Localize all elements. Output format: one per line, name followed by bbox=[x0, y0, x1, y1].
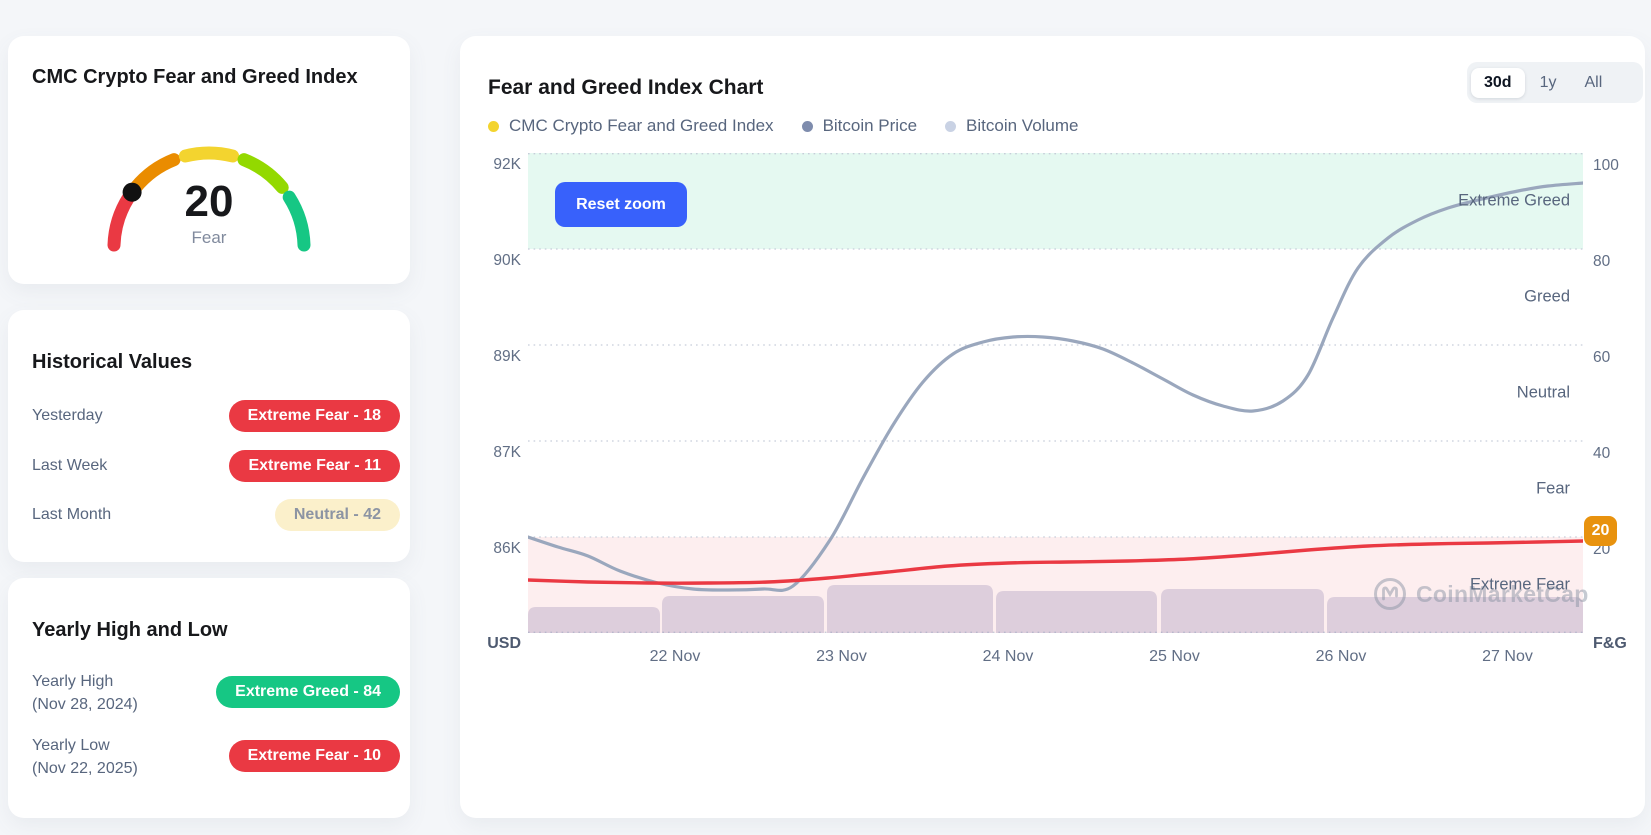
reset-zoom-button[interactable]: Reset zoom bbox=[555, 182, 687, 227]
legend-item-label: Bitcoin Price bbox=[823, 116, 917, 136]
zone-label-greed: Greed bbox=[1270, 288, 1570, 307]
x-axis-date: 22 Nov bbox=[650, 648, 701, 666]
left-axis-tick: 92K bbox=[464, 156, 521, 174]
x-axis-date: 24 Nov bbox=[983, 648, 1034, 666]
legend-item[interactable]: Bitcoin Price bbox=[802, 116, 917, 136]
zone-label-fear: Fear bbox=[1270, 480, 1570, 499]
right-axis-tick: 40 bbox=[1593, 445, 1610, 463]
legend-item-label: Bitcoin Volume bbox=[966, 116, 1078, 136]
yearly-high-low-title: Yearly High and Low bbox=[32, 616, 228, 644]
left-axis-unit: USD bbox=[464, 635, 521, 653]
historical-row-badge: Extreme Fear - 18 bbox=[229, 400, 400, 432]
yearly-row-label: Yearly Low bbox=[32, 734, 110, 757]
right-axis-unit: F&G bbox=[1593, 635, 1627, 653]
gauge-segment-neutral bbox=[185, 153, 232, 156]
volume-bar bbox=[662, 596, 824, 633]
yearly-row: Yearly Low(Nov 22, 2025) Extreme Fear - 1… bbox=[8, 734, 410, 782]
yearly-row-date: (Nov 22, 2025) bbox=[32, 757, 138, 780]
historical-row-label: Last Month bbox=[32, 506, 111, 524]
x-axis-date: 25 Nov bbox=[1149, 648, 1200, 666]
range-button-30d[interactable]: 30d bbox=[1471, 68, 1525, 98]
range-button-1y[interactable]: 1y bbox=[1527, 68, 1570, 98]
historical-row: Last Month Neutral - 42 bbox=[8, 499, 410, 534]
left-axis-tick: 90K bbox=[464, 252, 521, 270]
left-axis-tick: 89K bbox=[464, 348, 521, 366]
x-axis-date: 23 Nov bbox=[816, 648, 867, 666]
fear-greed-index-card: CMC Crypto Fear and Greed Index 20 Fear bbox=[8, 36, 410, 284]
historical-values-title: Historical Values bbox=[32, 348, 192, 376]
index-card-title: CMC Crypto Fear and Greed Index bbox=[32, 63, 372, 91]
yearly-high-low-card: Yearly High and Low Yearly High(Nov 28, … bbox=[8, 578, 410, 818]
time-range-selector: 30d1yAll bbox=[1467, 62, 1643, 103]
legend-dot-icon bbox=[802, 121, 813, 132]
gauge-value: 20 bbox=[8, 180, 410, 224]
left-axis-tick: 87K bbox=[464, 444, 521, 462]
historical-row-badge: Neutral - 42 bbox=[275, 499, 400, 531]
legend-item-label: CMC Crypto Fear and Greed Index bbox=[509, 116, 774, 136]
right-axis-tick: 100 bbox=[1593, 157, 1619, 175]
zone-label-extreme-greed: Extreme Greed bbox=[1270, 192, 1570, 211]
right-axis-tick: 60 bbox=[1593, 349, 1610, 367]
zone-label-neutral: Neutral bbox=[1270, 384, 1570, 403]
yearly-row-label: Yearly High bbox=[32, 670, 113, 693]
historical-row-badge: Extreme Fear - 11 bbox=[229, 450, 400, 482]
yearly-row: Yearly High(Nov 28, 2024) Extreme Greed -… bbox=[8, 670, 410, 718]
volume-bar bbox=[1161, 589, 1324, 633]
right-axis-tick: 80 bbox=[1593, 253, 1610, 271]
chart-title: Fear and Greed Index Chart bbox=[488, 76, 763, 100]
historical-row: Last Week Extreme Fear - 11 bbox=[8, 450, 410, 485]
yearly-row-badge: Extreme Fear - 10 bbox=[229, 740, 400, 772]
volume-bar bbox=[996, 591, 1157, 633]
legend-dot-icon bbox=[488, 121, 499, 132]
gauge-sentiment-label: Fear bbox=[8, 228, 410, 248]
x-axis-date: 26 Nov bbox=[1316, 648, 1367, 666]
current-fng-badge-value: 20 bbox=[1592, 522, 1610, 540]
historical-row-label: Last Week bbox=[32, 457, 107, 475]
range-button-all[interactable]: All bbox=[1571, 68, 1615, 98]
historical-values-card: Historical Values Yesterday Extreme Fear … bbox=[8, 310, 410, 562]
left-axis-tick: 86K bbox=[464, 540, 521, 558]
yearly-row-badge: Extreme Greed - 84 bbox=[216, 676, 400, 708]
legend-item[interactable]: Bitcoin Volume bbox=[945, 116, 1078, 136]
yearly-row-date: (Nov 28, 2024) bbox=[32, 693, 138, 716]
legend-dot-icon bbox=[945, 121, 956, 132]
volume-bar bbox=[827, 585, 993, 633]
legend-item[interactable]: CMC Crypto Fear and Greed Index bbox=[488, 116, 774, 136]
historical-row-label: Yesterday bbox=[32, 407, 103, 425]
chart-card: Fear and Greed Index Chart 30d1yAll CMC … bbox=[460, 36, 1645, 818]
current-fng-badge: 20 bbox=[1584, 516, 1617, 546]
zone-label-extreme-fear: Extreme Fear bbox=[1270, 576, 1570, 595]
historical-row: Yesterday Extreme Fear - 18 bbox=[8, 400, 410, 435]
x-axis-date: 27 Nov bbox=[1482, 648, 1533, 666]
volume-bar bbox=[528, 607, 660, 633]
chart-legend: CMC Crypto Fear and Greed Index Bitcoin P… bbox=[488, 116, 1079, 136]
